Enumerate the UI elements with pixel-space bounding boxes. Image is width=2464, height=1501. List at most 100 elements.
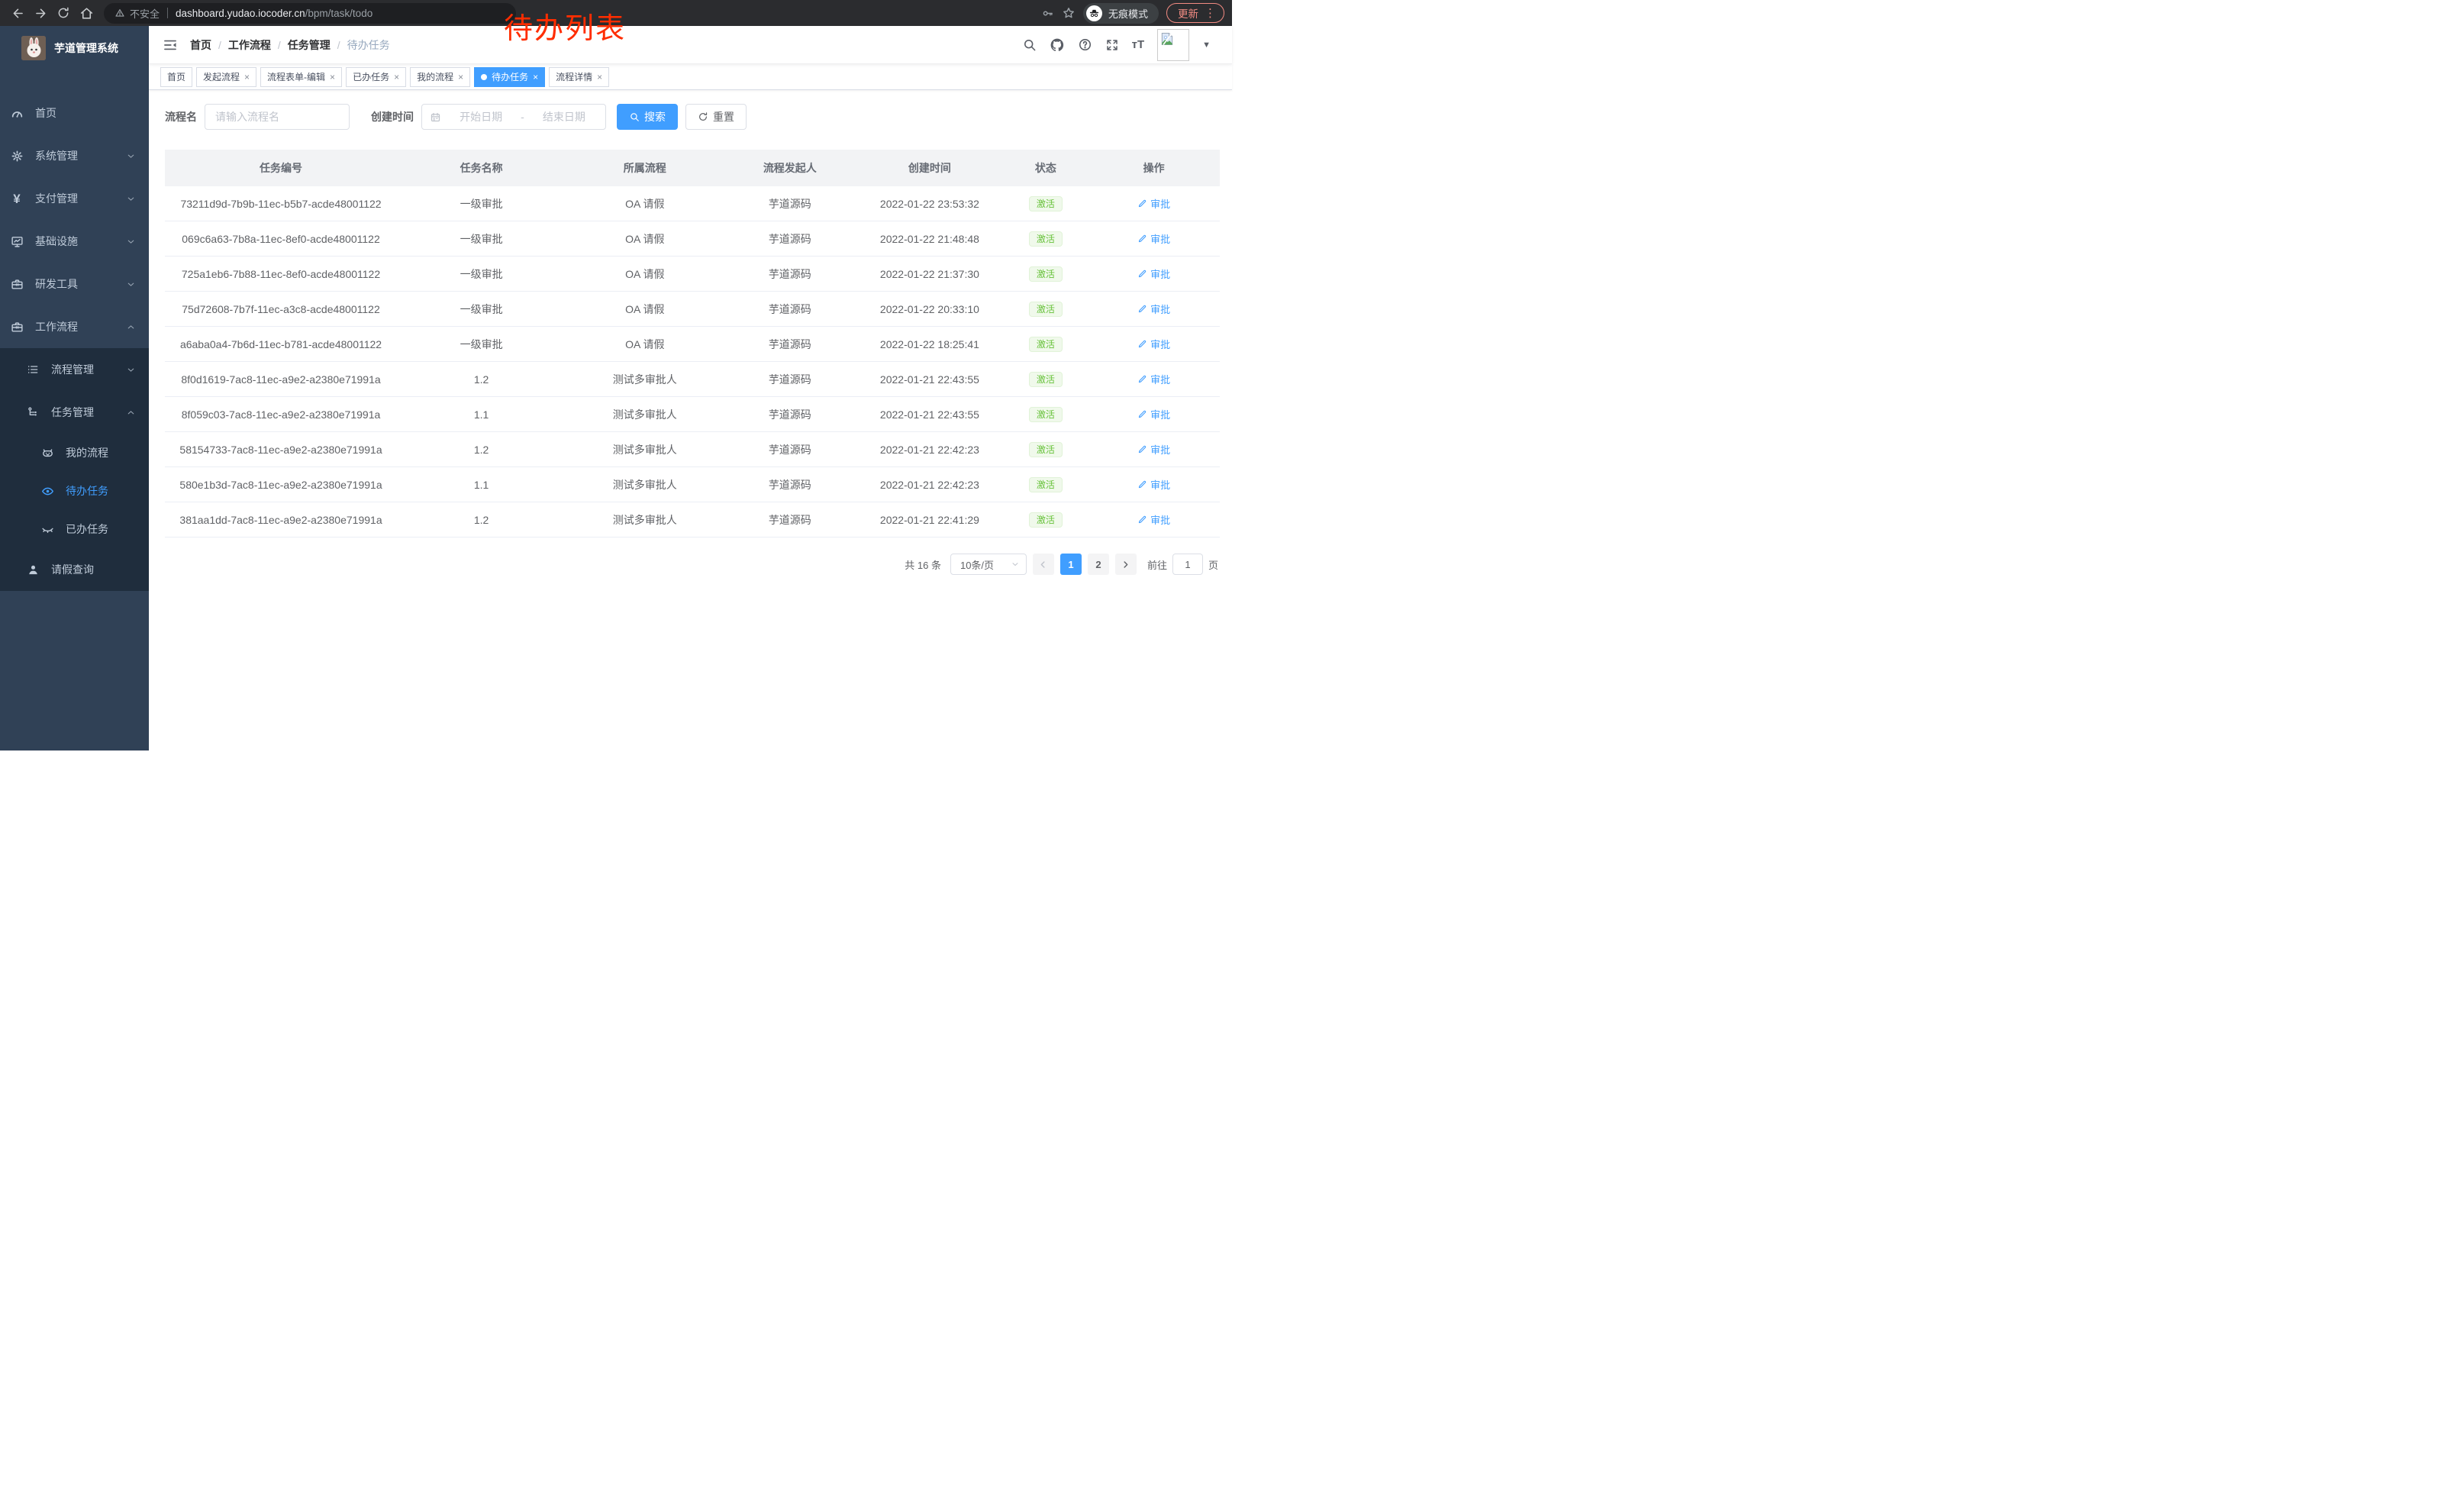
tab-home[interactable]: 首页: [160, 67, 192, 87]
font-size-icon[interactable]: ᴛT: [1132, 39, 1145, 50]
home-icon[interactable]: [76, 3, 96, 23]
sidebar-logo[interactable]: 芋道管理系统: [0, 26, 149, 70]
cell-starter: 芋道源码: [724, 196, 856, 211]
bookmark-star-icon[interactable]: [1062, 6, 1076, 20]
sidebar-item-done-task[interactable]: 已办任务: [0, 510, 149, 548]
end-date-placeholder: 结束日期: [531, 109, 598, 124]
approve-link[interactable]: 审批: [1137, 407, 1170, 421]
sidebar-item-label: 研发工具: [35, 276, 78, 292]
breadcrumb-workflow[interactable]: 工作流程: [228, 37, 271, 53]
reset-button[interactable]: 重置: [685, 104, 747, 130]
page-button-1[interactable]: 1: [1060, 554, 1082, 575]
tab-close-icon[interactable]: ×: [244, 72, 250, 82]
search-icon[interactable]: [1022, 37, 1037, 52]
sidebar-item-my-process[interactable]: 我的流程: [0, 434, 149, 472]
sidebar-menu: 首页 系统管理¥ 支付管理 基础设施 研发工具 工作流程 流程管理 任务管理 我…: [0, 92, 149, 591]
sidebar: 芋道管理系统 首页 系统管理¥ 支付管理 基础设施 研发工具 工作流程 流程管理…: [0, 26, 149, 750]
sidebar-item-task-mgmt[interactable]: 任务管理: [0, 391, 149, 434]
tab-done-task[interactable]: 已办任务×: [346, 67, 406, 87]
reload-icon[interactable]: [53, 3, 73, 23]
cell-process: OA 请假: [566, 231, 724, 247]
browser-menu-icon[interactable]: ⋮: [1205, 8, 1216, 19]
approve-link[interactable]: 审批: [1137, 337, 1170, 351]
hamburger-icon[interactable]: [163, 37, 178, 53]
cell-task-name: 1.2: [397, 373, 566, 386]
approve-link[interactable]: 审批: [1137, 196, 1170, 211]
sidebar-item-workflow[interactable]: 工作流程: [0, 305, 149, 348]
fullscreen-icon[interactable]: [1105, 38, 1119, 52]
next-page-button[interactable]: [1115, 554, 1137, 575]
tab-close-icon[interactable]: ×: [533, 72, 538, 82]
tab-my-process[interactable]: 我的流程×: [410, 67, 470, 87]
goto-page-input[interactable]: [1172, 554, 1203, 575]
approve-link[interactable]: 审批: [1137, 477, 1170, 492]
update-button[interactable]: 更新 ⋮: [1166, 3, 1224, 23]
cell-status: 激活: [1004, 196, 1088, 211]
address-bar[interactable]: 不安全 dashboard.yudao.iocoder.cn/bpm/task/…: [104, 3, 516, 24]
address-divider: [167, 8, 168, 18]
sidebar-item-process-mgmt[interactable]: 流程管理: [0, 348, 149, 391]
sidebar-item-leave-query[interactable]: 请假查询: [0, 548, 149, 591]
chevron-down-icon: [126, 194, 136, 204]
avatar-caret-icon[interactable]: ▼: [1202, 40, 1211, 50]
forward-icon[interactable]: [31, 3, 50, 23]
tab-close-icon[interactable]: ×: [458, 72, 463, 82]
table-row: 580e1b3d-7ac8-11ec-a9e2-a2380e71991a 1.1…: [165, 467, 1220, 502]
tab-close-icon[interactable]: ×: [330, 72, 335, 82]
approve-link[interactable]: 审批: [1137, 442, 1170, 457]
column-header: 操作: [1088, 160, 1220, 176]
sidebar-item-todo-task[interactable]: 待办任务: [0, 472, 149, 510]
create-time-label: 创建时间: [371, 109, 414, 124]
tab-process-detail[interactable]: 流程详情×: [549, 67, 609, 87]
cell-task-name: 1.1: [397, 408, 566, 421]
approve-link[interactable]: 审批: [1137, 302, 1170, 316]
search-button-icon: [629, 111, 640, 122]
cell-task-id: 381aa1dd-7ac8-11ec-a9e2-a2380e71991a: [165, 514, 397, 526]
approve-link[interactable]: 审批: [1137, 231, 1170, 246]
sidebar-item-infra[interactable]: 基础设施: [0, 220, 149, 263]
sidebar-item-payment[interactable]: ¥ 支付管理: [0, 177, 149, 220]
cell-status: 激活: [1004, 512, 1088, 528]
tab-todo-task[interactable]: 待办任务×: [474, 67, 545, 87]
cell-action: 审批: [1088, 266, 1220, 281]
cell-action: 审批: [1088, 372, 1220, 386]
edit-pencil-icon: [1137, 374, 1147, 384]
tab-start-process[interactable]: 发起流程×: [196, 67, 256, 87]
prev-page-button[interactable]: [1033, 554, 1054, 575]
approve-link[interactable]: 审批: [1137, 512, 1170, 527]
page-size-select[interactable]: 10条/页: [950, 554, 1027, 575]
breadcrumb-home[interactable]: 首页: [190, 37, 211, 53]
page-button-2[interactable]: 2: [1088, 554, 1109, 575]
cell-created: 2022-01-22 21:37:30: [856, 268, 1003, 280]
approve-link[interactable]: 审批: [1137, 372, 1170, 386]
toolbox-icon: [10, 278, 24, 291]
github-icon[interactable]: [1050, 37, 1065, 53]
sidebar-item-system[interactable]: 系统管理: [0, 134, 149, 177]
date-range-picker[interactable]: 开始日期 - 结束日期: [421, 104, 606, 130]
process-name-input[interactable]: [205, 104, 350, 130]
security-chip[interactable]: 不安全: [114, 6, 160, 21]
search-button[interactable]: 搜索: [617, 104, 678, 130]
incognito-icon: [1086, 5, 1102, 21]
back-icon[interactable]: [8, 3, 27, 23]
chevron-right-icon: [1121, 560, 1130, 570]
monitor-icon: [10, 235, 24, 248]
tab-form-edit[interactable]: 流程表单-编辑×: [260, 67, 342, 87]
sidebar-item-label: 支付管理: [35, 191, 78, 206]
sidebar-item-home[interactable]: 首页: [0, 92, 149, 134]
table-row: 58154733-7ac8-11ec-a9e2-a2380e71991a 1.2…: [165, 432, 1220, 467]
status-badge: 激活: [1029, 512, 1063, 528]
breadcrumb-task-mgmt[interactable]: 任务管理: [288, 37, 331, 53]
cell-starter: 芋道源码: [724, 372, 856, 387]
tab-close-icon[interactable]: ×: [597, 72, 602, 82]
edit-pencil-icon: [1137, 515, 1147, 525]
sidebar-item-devtools[interactable]: 研发工具: [0, 263, 149, 305]
avatar[interactable]: [1157, 29, 1189, 61]
password-key-icon[interactable]: [1041, 7, 1054, 20]
chevron-down-icon: [126, 279, 136, 289]
approve-link[interactable]: 审批: [1137, 266, 1170, 281]
chevron-down-icon: [126, 151, 136, 161]
tab-close-icon[interactable]: ×: [394, 72, 399, 82]
help-icon[interactable]: [1078, 37, 1092, 52]
cell-status: 激活: [1004, 337, 1088, 352]
